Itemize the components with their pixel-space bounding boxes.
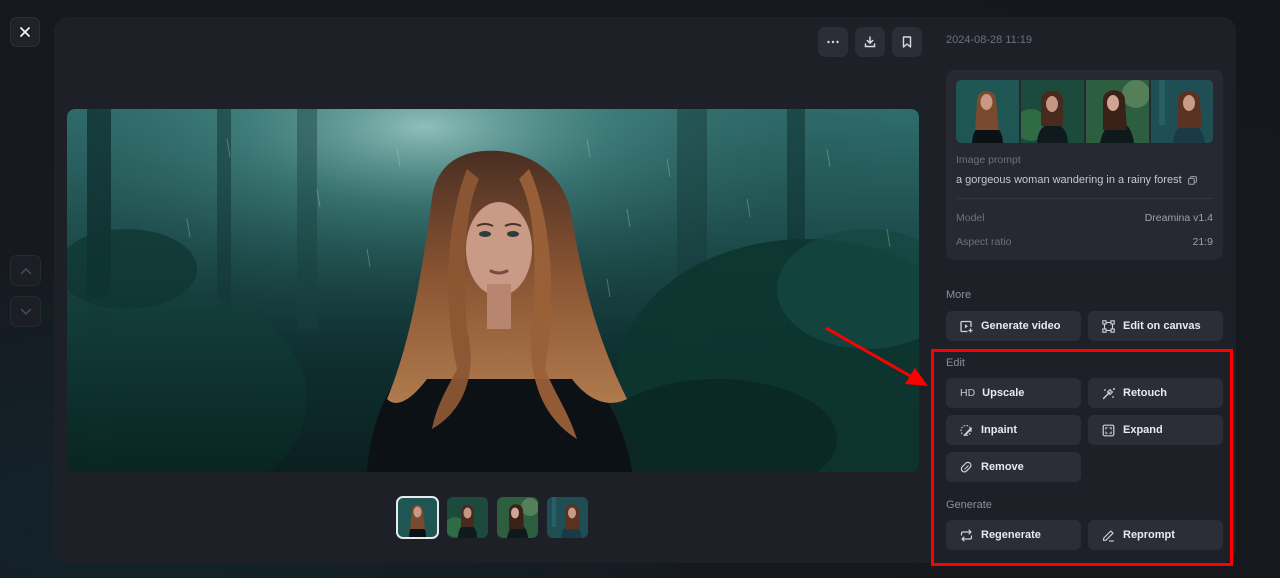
thumbnail-3[interactable]	[497, 497, 538, 538]
upscale-button[interactable]: HD Upscale	[946, 378, 1081, 408]
next-image-button[interactable]	[10, 296, 41, 327]
aspect-ratio-value: 21:9	[1192, 236, 1213, 248]
aspect-ratio-label: Aspect ratio	[956, 236, 1012, 248]
thumbnail-2[interactable]	[447, 497, 488, 538]
forest-portrait-image	[67, 109, 919, 472]
creation-timestamp: 2024-08-28 11:19	[946, 34, 1033, 46]
aspect-ratio-row: Aspect ratio 21:9	[956, 236, 1213, 248]
inpaint-label: Inpaint	[981, 424, 1018, 436]
chevron-down-icon	[20, 308, 31, 315]
image-prompt-text: a gorgeous woman wandering in a rainy fo…	[956, 174, 1182, 186]
remove-label: Remove	[981, 461, 1024, 473]
retouch-label: Retouch	[1123, 387, 1167, 399]
bookmark-button[interactable]	[892, 27, 922, 57]
edit-section-label: Edit	[946, 357, 965, 369]
download-icon	[864, 36, 876, 48]
remove-button[interactable]: Remove	[946, 452, 1081, 482]
thumbnail-strip	[396, 496, 588, 539]
video-add-icon	[960, 320, 973, 333]
generate-video-label: Generate video	[981, 320, 1061, 332]
more-section-label: More	[946, 289, 972, 301]
image-prompt: a gorgeous woman wandering in a rainy fo…	[956, 174, 1197, 186]
edit-on-canvas-button[interactable]: Edit on canvas	[1088, 311, 1223, 341]
divider	[956, 198, 1213, 199]
retouch-button[interactable]: Retouch	[1088, 378, 1223, 408]
regenerate-button[interactable]: Regenerate	[946, 520, 1081, 550]
expand-icon	[1102, 424, 1115, 437]
expand-button[interactable]: Expand	[1088, 415, 1223, 445]
bookmark-icon	[902, 36, 912, 48]
inpaint-button[interactable]: Inpaint	[946, 415, 1081, 445]
regenerate-label: Regenerate	[981, 529, 1041, 541]
generate-section-label: Generate	[946, 499, 992, 511]
close-button[interactable]	[10, 17, 40, 47]
model-row: Model Dreamina v1.4	[956, 212, 1213, 224]
ellipsis-icon	[827, 40, 839, 44]
expand-label: Expand	[1123, 424, 1163, 436]
magic-wand-icon	[1102, 387, 1115, 400]
generate-video-button[interactable]: Generate video	[946, 311, 1081, 341]
edit-on-canvas-label: Edit on canvas	[1123, 320, 1201, 332]
chevron-up-icon	[20, 267, 31, 274]
inpaint-brush-icon	[960, 424, 973, 437]
batch-thumbnail-3[interactable]	[1086, 80, 1150, 143]
model-label: Model	[956, 212, 985, 224]
pencil-icon	[1102, 529, 1115, 542]
hd-icon: HD	[960, 387, 976, 399]
close-icon	[20, 27, 30, 37]
eraser-icon	[960, 461, 973, 474]
more-options-button[interactable]	[818, 27, 848, 57]
reprompt-label: Reprompt	[1123, 529, 1175, 541]
thumbnail-1[interactable]	[396, 496, 439, 539]
generation-info-card: Image prompt a gorgeous woman wandering …	[946, 70, 1223, 260]
model-value: Dreamina v1.4	[1144, 212, 1213, 224]
batch-thumbnail-1[interactable]	[956, 80, 1019, 143]
thumbnail-4[interactable]	[547, 497, 588, 538]
image-prompt-label: Image prompt	[956, 154, 1021, 166]
generation-batch-thumbnails	[956, 80, 1213, 143]
previous-image-button[interactable]	[10, 255, 41, 286]
canvas-icon	[1102, 319, 1115, 333]
upscale-label: Upscale	[982, 387, 1025, 399]
reprompt-button[interactable]: Reprompt	[1088, 520, 1223, 550]
batch-thumbnail-4[interactable]	[1151, 80, 1213, 143]
download-button[interactable]	[855, 27, 885, 57]
copy-icon[interactable]	[1187, 175, 1197, 185]
repeat-icon	[960, 528, 973, 542]
generated-image-preview[interactable]	[67, 109, 919, 472]
batch-thumbnail-2[interactable]	[1015, 80, 1084, 143]
